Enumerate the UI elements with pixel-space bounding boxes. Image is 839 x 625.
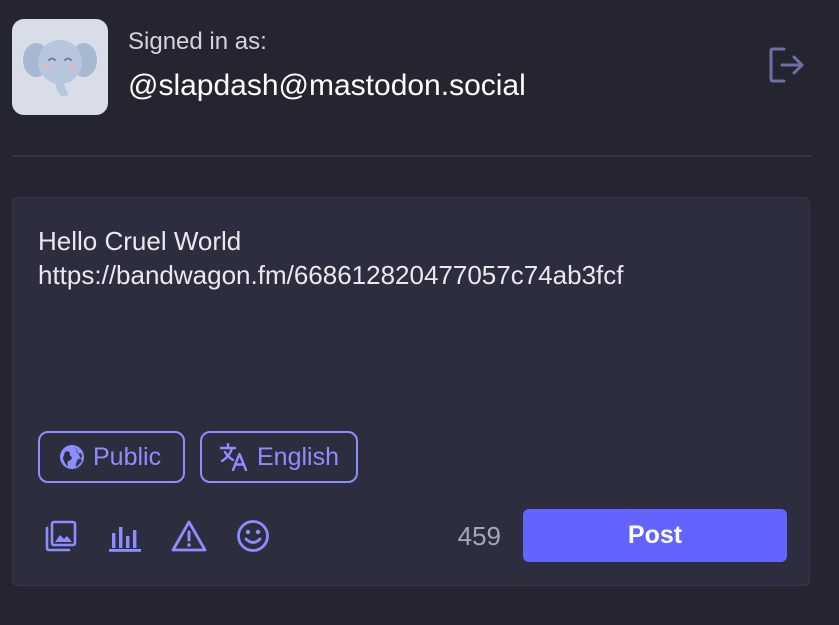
compose-textarea[interactable]: Hello Cruel World https://bandwagon.fm/6… [38,224,778,404]
character-counter: 459 [457,521,501,551]
avatar[interactable] [12,19,108,115]
globe-icon [60,445,84,469]
media-icon [45,520,77,552]
account-handle: @slapdash@mastodon.social [128,69,526,102]
logout-button[interactable] [768,45,806,85]
post-button[interactable]: Post [523,509,787,562]
emoji-icon [237,520,269,552]
visibility-label: Public [93,442,162,471]
signed-in-label: Signed in as: [128,28,267,55]
logout-icon [769,47,804,83]
visibility-selector[interactable]: Public [38,431,185,483]
content-warning-button[interactable] [171,518,207,554]
language-label: English [257,442,339,471]
content-warning-icon [171,520,207,552]
add-poll-button[interactable] [107,518,143,554]
app-root: Signed in as: @slapdash@mastodon.social … [0,0,839,625]
poll-icon [109,527,141,552]
translate-icon [219,443,248,471]
language-selector[interactable]: English [200,431,358,483]
mastodon-elephant-icon [23,40,97,97]
compose-box: Hello Cruel World https://bandwagon.fm/6… [12,197,810,586]
header-divider [12,155,812,157]
emoji-picker-button[interactable] [235,518,271,554]
add-media-button[interactable] [43,518,79,554]
